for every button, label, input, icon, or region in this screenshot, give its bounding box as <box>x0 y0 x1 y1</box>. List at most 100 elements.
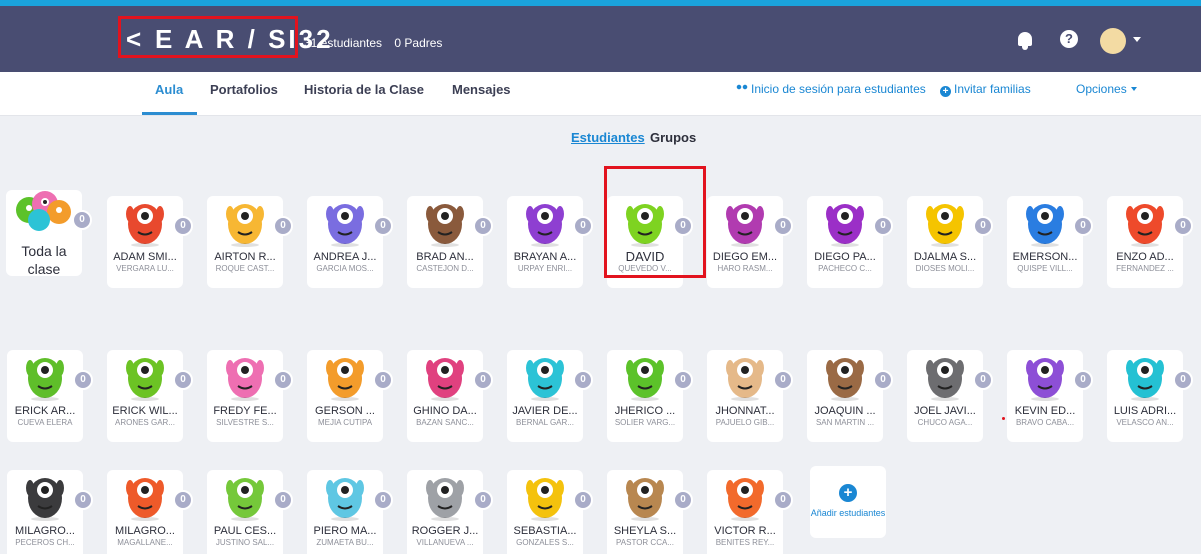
tab-aula[interactable]: Aula <box>155 82 183 97</box>
student-first-name: EMERSON... <box>1012 251 1078 263</box>
add-students-card[interactable]: + Añadir estudiantes <box>810 466 886 538</box>
people-icon <box>736 84 748 94</box>
student-first-name: VICTOR R... <box>714 525 776 537</box>
points-badge: 0 <box>1173 216 1193 236</box>
tab-historia[interactable]: Historia de la Clase <box>304 82 424 97</box>
student-card[interactable]: 0 SEBASTIA... GONZALES S... <box>507 470 593 554</box>
student-card[interactable]: 0 PIERO MA... ZUMAETA BU... <box>307 470 393 554</box>
student-last-name: GONZALES S... <box>516 538 574 547</box>
student-first-name: ERICK WIL... <box>112 405 178 417</box>
toggle-groups[interactable]: Grupos <box>650 130 696 145</box>
student-card[interactable]: 0 MILAGRO... PECEROS CH... <box>7 470 93 554</box>
points-badge: 0 <box>773 216 793 236</box>
student-first-name: SEBASTIA... <box>513 525 577 537</box>
student-card[interactable]: 0 GHINO DA... BAZAN SANC... <box>407 350 493 442</box>
add-students-label: Añadir estudiantes <box>810 508 886 518</box>
student-card[interactable]: 0 JOEL JAVI... CHUCO AGA... <box>907 350 993 442</box>
student-card[interactable]: 0 FREDY FE... SILVESTRE S... <box>207 350 293 442</box>
bell-icon[interactable] <box>1018 32 1032 50</box>
student-first-name: ROGGER J... <box>411 525 479 537</box>
points-badge: 0 <box>673 370 693 390</box>
class-counts: 31 estudiantes 0 Padres <box>304 36 451 50</box>
student-first-name: LUIS ADRI... <box>1113 405 1177 417</box>
tab-mensajes[interactable]: Mensajes <box>452 82 511 97</box>
student-card[interactable]: 0 GERSON ... MEJIA CUTIPA <box>307 350 393 442</box>
monster-avatar-icon <box>126 204 164 247</box>
student-card[interactable]: 0 ERICK WIL... ARONES GAR... <box>107 350 193 442</box>
student-card[interactable]: 0 ENZO AD... FERNANDEZ ... <box>1107 196 1193 288</box>
student-card[interactable]: 0 KEVIN ED... BRAVO CABA... <box>1007 350 1093 442</box>
toggle-students[interactable]: Estudiantes <box>571 130 645 145</box>
invite-families-link[interactable]: + Invitar familias <box>940 82 1031 97</box>
student-first-name: DIEGO EM... <box>712 251 778 263</box>
student-first-name: DIEGO PA... <box>814 251 876 263</box>
student-last-name: ARONES GAR... <box>114 418 175 427</box>
points-badge: 0 <box>73 490 93 510</box>
monster-avatar-icon <box>626 478 664 521</box>
student-card[interactable]: 0 DJALMA S... DIOSES MOLI... <box>907 196 993 288</box>
student-first-name: ERICK AR... <box>14 405 76 417</box>
student-card[interactable]: 0 PAUL CES... JUSTINO SAL... <box>207 470 293 554</box>
student-card[interactable]: 0 LUIS ADRI... VELASCO AN... <box>1107 350 1193 442</box>
student-last-name: FERNANDEZ ... <box>1116 264 1174 273</box>
student-card[interactable]: 0 ERICK AR... CUEVA ELERA <box>7 350 93 442</box>
chevron-down-icon[interactable] <box>1133 37 1141 42</box>
points-badge: 0 <box>973 370 993 390</box>
student-card[interactable]: 0 ADAM SMI... VERGARA LU... <box>107 196 193 288</box>
student-first-name: ANDREA J... <box>313 251 377 263</box>
student-last-name: DIOSES MOLI... <box>915 264 975 273</box>
student-last-name: CHUCO AGA... <box>917 418 973 427</box>
student-last-name: GARCIA MOS... <box>316 264 374 273</box>
student-card[interactable]: 0 MILAGRO... MAGALLANE... <box>107 470 193 554</box>
student-card[interactable]: 0 EMERSON... QUISPE VILL... <box>1007 196 1093 288</box>
student-last-name: PACHECO C... <box>818 264 872 273</box>
tab-portafolios[interactable]: Portafolios <box>210 82 278 97</box>
options-menu[interactable]: Opciones <box>1076 82 1137 96</box>
points-badge: 0 <box>1073 370 1093 390</box>
student-card[interactable]: 0 JHONNAT... PAJUELO GIB... <box>707 350 793 442</box>
student-first-name: AIRTON R... <box>214 251 276 263</box>
student-first-name: GERSON ... <box>315 405 375 417</box>
points-badge: 0 <box>373 490 393 510</box>
student-card[interactable]: 0 BRAYAN A... URPAY ENRI... <box>507 196 593 288</box>
student-first-name: FREDY FE... <box>213 405 277 417</box>
points-badge: 0 <box>273 370 293 390</box>
points-badge: 0 <box>173 370 193 390</box>
student-card[interactable]: 0 AIRTON R... ROQUE CAST... <box>207 196 293 288</box>
student-card[interactable]: 0 BRAD AN... CASTEJON D... <box>407 196 493 288</box>
student-login-link[interactable]: Inicio de sesión para estudiantes <box>736 82 926 96</box>
student-card[interactable]: 0 DIEGO EM... HARO RASM... <box>707 196 793 288</box>
class-nav: Aula Portafolios Historia de la Clase Me… <box>0 72 1201 116</box>
whole-class-card[interactable]: 0 Toda la clase <box>6 190 92 277</box>
student-card[interactable]: 0 ROGGER J... VILLANUEVA ... <box>407 470 493 554</box>
monster-avatar-icon <box>926 204 964 247</box>
student-card[interactable]: 0 JOAQUIN ... SAN MARTIN ... <box>807 350 893 442</box>
points-badge: 0 <box>673 490 693 510</box>
student-card[interactable]: 0 JAVIER DE... BERNAL GAR... <box>507 350 593 442</box>
monster-avatar-icon <box>926 358 964 401</box>
student-card[interactable]: 0 ANDREA J... GARCIA MOS... <box>307 196 393 288</box>
avatar[interactable] <box>1100 28 1126 54</box>
monster-avatar-icon <box>526 478 564 521</box>
student-first-name: DJALMA S... <box>913 251 977 263</box>
monster-avatar-icon <box>1126 358 1164 401</box>
student-card[interactable]: 0 VICTOR R... BENITES REY... <box>707 470 793 554</box>
student-card[interactable]: 0 SHEYLA S... PASTOR CCA... <box>607 470 693 554</box>
student-first-name: JOEL JAVI... <box>914 405 976 417</box>
student-last-name: HARO RASM... <box>717 264 773 273</box>
student-card[interactable]: 0 DIEGO PA... PACHECO C... <box>807 196 893 288</box>
student-card[interactable]: 0 JHERICO ... SOLIER VARG... <box>607 350 693 442</box>
student-last-name: MEJIA CUTIPA <box>317 418 373 427</box>
monster-avatar-icon <box>126 358 164 401</box>
points-badge: 0 <box>773 490 793 510</box>
monster-avatar-icon <box>726 478 764 521</box>
monster-avatar-icon <box>426 204 464 247</box>
points-badge: 0 <box>173 490 193 510</box>
monster-avatar-icon <box>326 358 364 401</box>
points-badge: 0 <box>573 370 593 390</box>
help-icon[interactable]: ? <box>1060 30 1078 48</box>
student-last-name: JUSTINO SAL... <box>215 538 275 547</box>
points-badge: 0 <box>273 216 293 236</box>
points-badge: 0 <box>473 490 493 510</box>
points-badge: 0 <box>1173 370 1193 390</box>
